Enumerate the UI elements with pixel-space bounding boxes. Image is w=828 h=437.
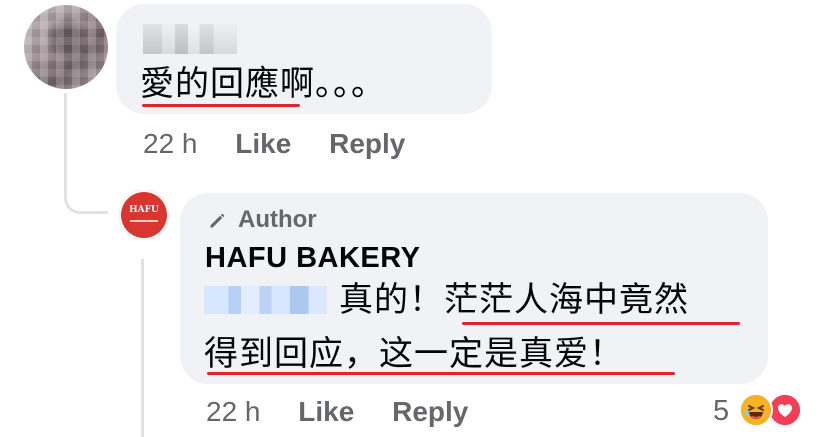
comment-time[interactable]: 22 h	[143, 128, 198, 159]
avatar-blur-mask	[24, 5, 108, 89]
commenter-name-redacted[interactable]	[143, 24, 237, 54]
comment-text: 愛的回應啊。。。	[140, 65, 386, 103]
page-name-link[interactable]: HAFU BAKERY	[205, 242, 420, 275]
comment-like-button[interactable]: Like	[235, 128, 291, 159]
reply-text-line1: 真的！茫茫人海中竟然	[339, 281, 689, 319]
author-avatar[interactable]: HAFU	[119, 190, 169, 240]
logo-decoration	[130, 220, 158, 222]
reply-like-button[interactable]: Like	[298, 396, 354, 427]
heart-icon[interactable]	[768, 393, 802, 427]
thread-line-branch	[64, 150, 108, 214]
reaction-count[interactable]: 5	[713, 395, 729, 428]
comment-actions: 22 h Like Reply	[143, 128, 405, 160]
comment-text-underline	[142, 104, 300, 107]
pencil-icon	[210, 213, 225, 228]
reply-actions: 22 h Like Reply	[206, 396, 468, 428]
comment-reply-button[interactable]: Reply	[329, 128, 405, 159]
reply-text-line2: 得到回应，这一定是真爱！	[204, 335, 624, 373]
hafu-logo: HAFU	[129, 205, 159, 215]
commenter-avatar[interactable]	[24, 5, 108, 89]
thread-line-top	[64, 93, 67, 151]
reply-time[interactable]: 22 h	[206, 396, 261, 427]
reply-reply-button[interactable]: Reply	[392, 396, 468, 427]
author-badge: Author	[238, 206, 317, 233]
mentioned-user-redacted[interactable]	[204, 286, 327, 314]
reply-underline-line2	[207, 372, 675, 375]
laugh-icon[interactable]	[739, 393, 773, 427]
thread-line-bottom	[141, 259, 144, 437]
reply-underline-line1	[462, 322, 740, 325]
